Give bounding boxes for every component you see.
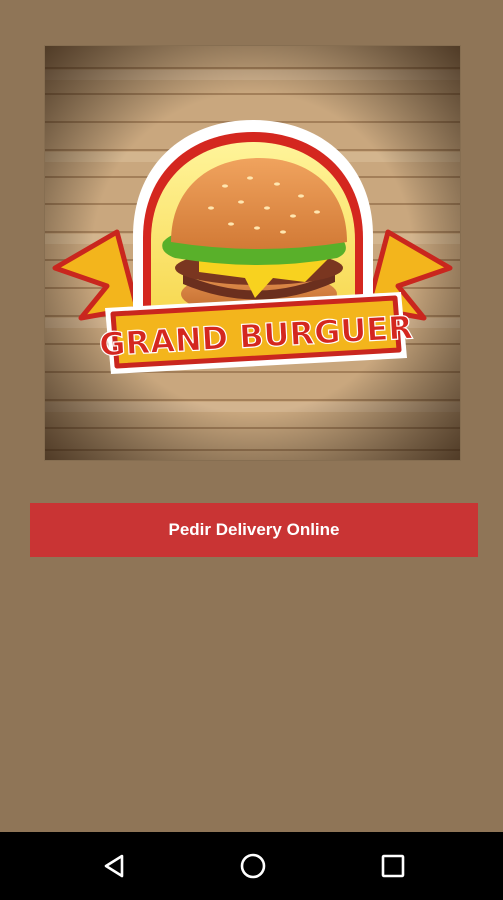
recent-apps-icon[interactable] xyxy=(373,846,413,886)
system-navigation-bar xyxy=(0,832,503,900)
app-screen: GRAND BURGUER Pedir Delivery Online xyxy=(0,0,503,832)
back-icon[interactable] xyxy=(94,846,134,886)
home-icon[interactable] xyxy=(233,846,273,886)
restaurant-logo: GRAND BURGUER xyxy=(45,46,460,460)
order-delivery-button[interactable]: Pedir Delivery Online xyxy=(30,503,478,557)
